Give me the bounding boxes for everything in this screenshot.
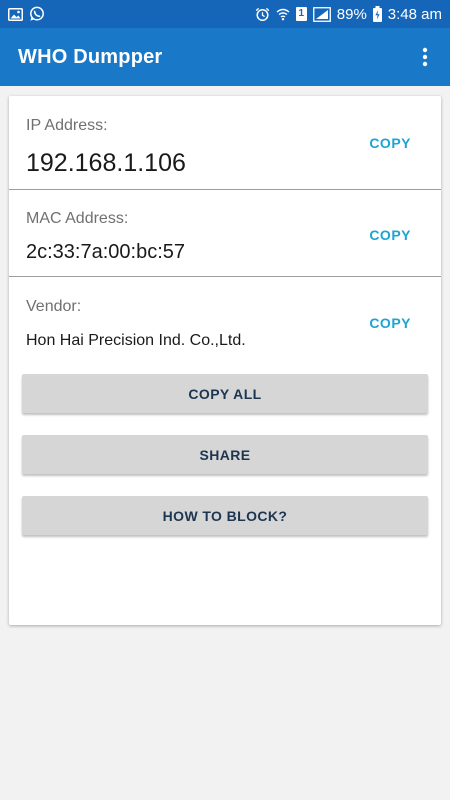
vendor-value: Hon Hai Precision Ind. Co.,Ltd. xyxy=(26,332,246,349)
ip-address-label: IP Address: xyxy=(26,117,108,134)
copy-mac-button[interactable]: COPY xyxy=(369,227,411,243)
copy-vendor-button[interactable]: COPY xyxy=(369,315,411,331)
status-bar: 1 89% 3:48 am xyxy=(0,0,450,28)
app-title: WHO Dumpper xyxy=(18,45,163,68)
sim-slot-number: 1 xyxy=(298,8,305,19)
whatsapp-icon xyxy=(29,6,45,22)
wifi-icon xyxy=(276,7,290,21)
more-vert-icon xyxy=(422,47,428,67)
vendor-row: Vendor: Hon Hai Precision Ind. Co.,Ltd. … xyxy=(9,277,441,357)
ip-address-value: 192.168.1.106 xyxy=(26,149,186,177)
copy-ip-button[interactable]: COPY xyxy=(369,135,411,151)
vendor-label: Vendor: xyxy=(26,298,82,315)
status-bar-system: 1 89% 3:48 am xyxy=(255,6,442,23)
signal-icon xyxy=(312,6,331,22)
mac-address-row: MAC Address: 2c:33:7a:00:bc:57 COPY xyxy=(9,189,441,277)
sim-1-icon: 1 xyxy=(295,7,307,21)
clock: 3:48 am xyxy=(387,5,442,23)
overflow-menu-button[interactable] xyxy=(410,37,440,77)
battery-charging-icon xyxy=(372,6,382,22)
app-bar: WHO Dumpper xyxy=(0,28,450,86)
status-bar-notifications xyxy=(8,6,45,22)
how-to-block-button[interactable]: HOW TO BLOCK? xyxy=(22,496,428,535)
gallery-icon xyxy=(8,7,23,21)
mac-address-label: MAC Address: xyxy=(26,210,129,227)
copy-all-button[interactable]: COPY ALL xyxy=(22,374,428,413)
ip-address-row: IP Address: 192.168.1.106 COPY xyxy=(9,96,441,190)
share-button[interactable]: SHARE xyxy=(22,435,428,474)
mac-address-value: 2c:33:7a:00:bc:57 xyxy=(26,241,186,263)
alarm-icon xyxy=(255,7,270,22)
battery-percent: 89% xyxy=(336,5,367,23)
device-info-card: IP Address: 192.168.1.106 COPY MAC Addre… xyxy=(9,96,441,625)
